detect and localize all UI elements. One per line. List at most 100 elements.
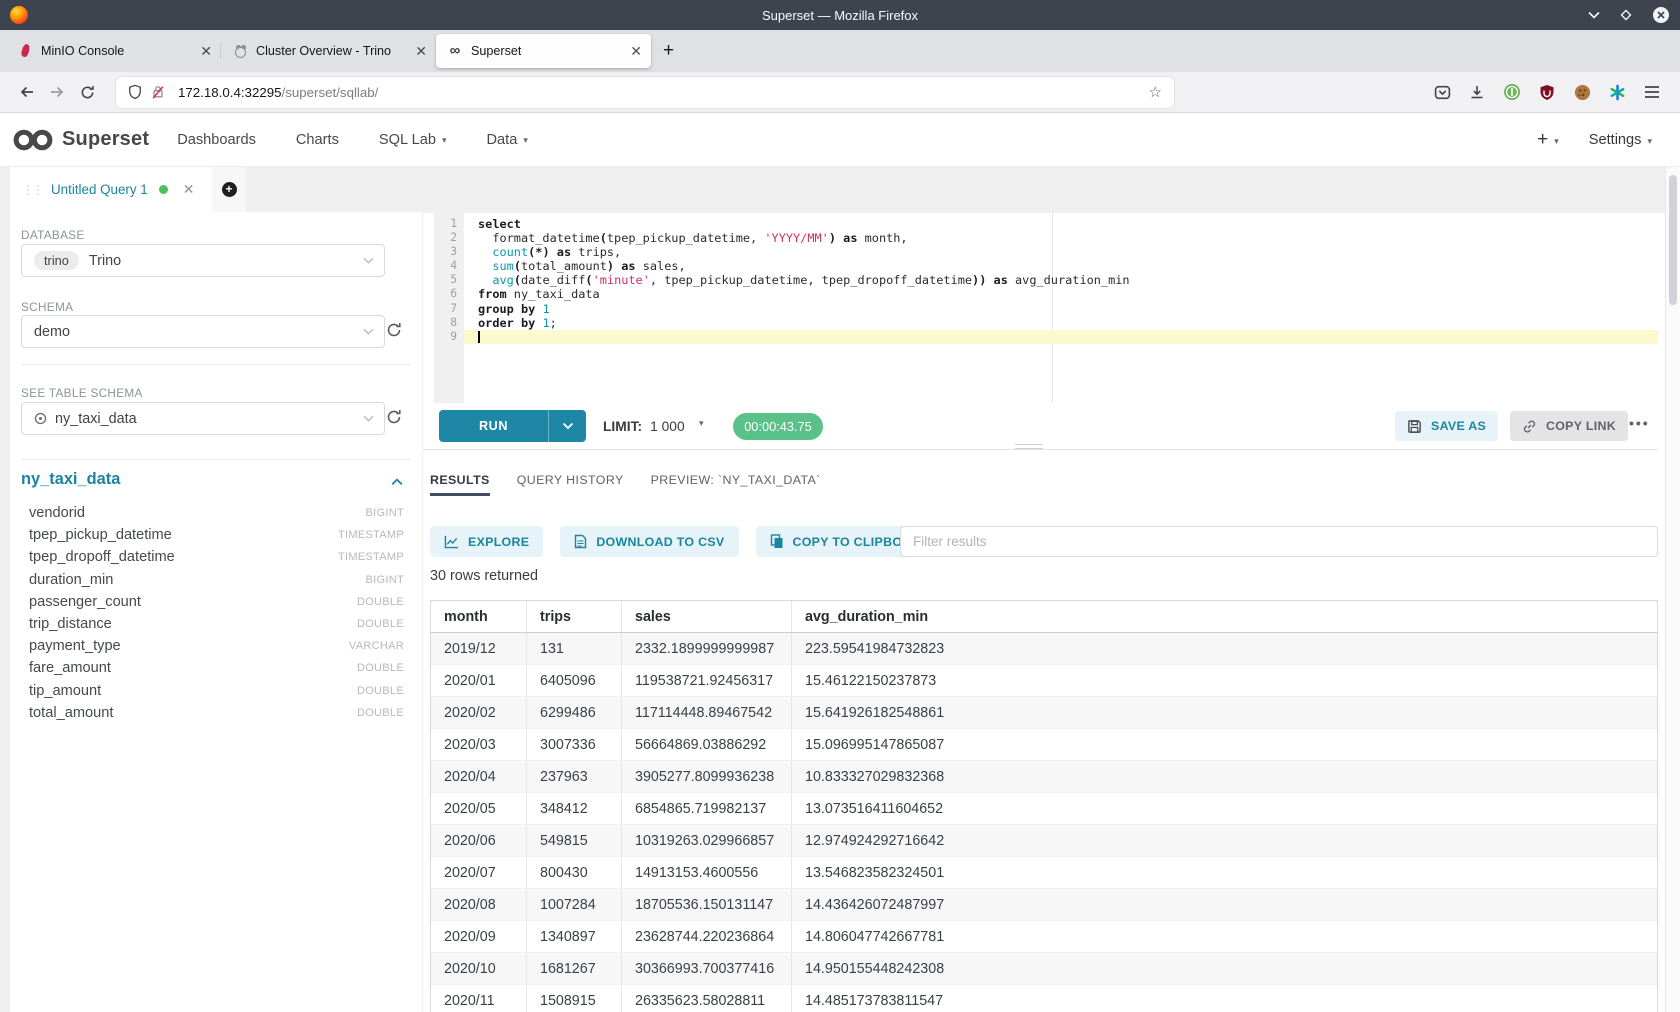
column-row: tpep_dropoff_datetime TIMESTAMP <box>29 546 404 568</box>
nav-item[interactable]: Charts▾ <box>296 132 339 148</box>
results-tab[interactable]: RESULTS <box>430 473 490 496</box>
browser-tab[interactable]: Superset ✕ <box>436 34 651 68</box>
column-type: DOUBLE <box>357 685 404 697</box>
bookmark-star-icon[interactable]: ☆ <box>1149 83 1162 101</box>
browser-tab[interactable]: Cluster Overview - Trino ✕ <box>221 34 436 68</box>
column-row: passenger_count DOUBLE <box>29 591 404 613</box>
extension-spark-icon[interactable] <box>1607 82 1627 102</box>
code-line: sum(total_amount) as sales, <box>464 259 1658 273</box>
table-icon <box>34 412 47 425</box>
window-maximize-icon[interactable] <box>1620 9 1632 21</box>
schema-select[interactable]: demo <box>21 315 385 348</box>
save-icon <box>1407 419 1422 434</box>
column-header[interactable]: sales <box>622 601 792 632</box>
schema-table-name[interactable]: ny_taxi_data <box>21 470 120 489</box>
run-options-chevron-icon[interactable] <box>548 410 586 442</box>
download-csv-button[interactable]: DOWNLOAD TO CSV <box>560 526 738 557</box>
new-query-tab-button[interactable]: + <box>212 167 246 212</box>
browser-tab-favicon <box>17 43 33 59</box>
tab-close-icon[interactable]: ✕ <box>190 43 212 60</box>
downloads-icon[interactable] <box>1467 82 1487 102</box>
page-scrollbar[interactable] <box>1665 167 1680 1012</box>
database-select[interactable]: trino Trino <box>21 244 385 277</box>
scrollbar-thumb[interactable] <box>1669 175 1677 305</box>
explore-button[interactable]: EXPLORE <box>430 526 543 557</box>
browser-tab-favicon <box>447 43 463 59</box>
copy-icon <box>770 534 784 549</box>
nav-item[interactable]: SQL Lab▾ <box>379 132 447 148</box>
settings-menu[interactable]: Settings▾ <box>1589 132 1652 148</box>
window-minimize-icon[interactable] <box>1588 11 1600 19</box>
url-bar[interactable]: 172.18.0.4:32295/superset/sqllab/ ☆ <box>116 77 1174 108</box>
copy-link-button[interactable]: COPY LINK <box>1510 411 1628 441</box>
query-tab-close-icon[interactable]: ✕ <box>183 181 195 198</box>
column-name: vendorid <box>29 505 85 521</box>
column-header[interactable]: trips <box>527 601 622 632</box>
sqllab-left-panel: DATABASE trino Trino SCHEMA demo SEE TAB… <box>10 212 422 1012</box>
superset-logo-icon[interactable] <box>12 127 54 153</box>
editor-code[interactable]: select format_datetime(tpep_pickup_datet… <box>464 217 1658 344</box>
extension-green-icon[interactable] <box>1502 82 1522 102</box>
more-options-icon[interactable]: ••• <box>1629 415 1650 431</box>
query-tab[interactable]: ⋮⋮ Untitled Query 1 ✕ <box>10 167 212 212</box>
table-row: 2020/02 6299486 117114448.89467542 15.64… <box>431 697 1657 729</box>
table-row: 2020/09 1340897 23628744.220236864 14.80… <box>431 921 1657 953</box>
nav-item[interactable]: Dashboards▾ <box>177 132 256 148</box>
drag-grip-icon[interactable]: ⋮⋮ <box>22 183 42 197</box>
column-name: trip_distance <box>29 616 112 632</box>
refresh-schema-icon[interactable] <box>386 322 404 340</box>
sql-editor[interactable]: 123456789 select format_datetime(tpep_pi… <box>423 213 1680 403</box>
window-close-icon[interactable] <box>1652 6 1670 24</box>
table-row: 2020/06 549815 10319263.029966857 12.974… <box>431 825 1657 857</box>
chart-icon <box>444 535 459 549</box>
run-button[interactable]: RUN <box>439 410 586 442</box>
cookie-extension-icon[interactable] <box>1572 82 1592 102</box>
results-tabs: RESULTS QUERY HISTORY PREVIEW: `NY_TAXI_DA… <box>430 473 821 496</box>
browser-tab-title: MinIO Console <box>41 44 124 58</box>
column-type: TIMESTAMP <box>338 529 404 541</box>
results-table: month trips sales avg_duration_min 2019/… <box>430 600 1658 1012</box>
chevron-down-icon <box>363 257 374 264</box>
browser-tab-favicon <box>232 43 248 59</box>
menu-hamburger-icon[interactable] <box>1642 82 1662 102</box>
limit-control[interactable]: LIMIT: 1 000 <box>603 410 685 442</box>
line-number: 5 <box>434 273 464 287</box>
lock-insecure-icon[interactable] <box>151 84 165 100</box>
column-type: VARCHAR <box>349 640 404 652</box>
column-header[interactable]: month <box>431 601 527 632</box>
chevron-down-icon: ▾ <box>442 135 447 146</box>
pocket-icon[interactable] <box>1432 82 1452 102</box>
column-header[interactable]: avg_duration_min <box>792 601 1657 632</box>
filter-results-input[interactable] <box>900 526 1658 557</box>
refresh-table-icon[interactable] <box>386 409 404 427</box>
results-tab[interactable]: QUERY HISTORY <box>517 473 624 496</box>
save-as-button[interactable]: SAVE AS <box>1395 411 1498 441</box>
chevron-up-icon[interactable] <box>391 478 403 486</box>
tab-close-icon[interactable]: ✕ <box>405 43 427 60</box>
code-line <box>464 330 1658 344</box>
forward-icon[interactable] <box>42 78 72 106</box>
browser-url-row: 172.18.0.4:32295/superset/sqllab/ ☆ <box>0 72 1680 113</box>
query-tabbar: ⋮⋮ Untitled Query 1 ✕ + <box>0 167 1680 212</box>
add-new-button[interactable]: +▾ <box>1537 129 1559 151</box>
code-line: select <box>464 217 1658 231</box>
limit-chevron-icon[interactable]: ▾ <box>699 418 704 429</box>
browser-tab[interactable]: MinIO Console ✕ <box>6 34 221 68</box>
reload-icon[interactable] <box>72 78 102 106</box>
results-actions: EXPLORE DOWNLOAD TO CSV COPY TO CLIPBOAR… <box>430 526 944 557</box>
results-tab[interactable]: PREVIEW: `NY_TAXI_DATA` <box>651 473 821 496</box>
resize-handle[interactable] <box>1015 444 1043 452</box>
line-number: 1 <box>434 217 464 231</box>
line-number: 6 <box>434 287 464 301</box>
back-icon[interactable] <box>12 78 42 106</box>
nav-item[interactable]: Data▾ <box>486 132 527 148</box>
shield-icon[interactable] <box>128 84 142 100</box>
text-cursor <box>478 331 480 343</box>
table-select[interactable]: ny_taxi_data <box>21 402 385 435</box>
line-number: 8 <box>434 316 464 330</box>
new-tab-icon[interactable]: + <box>663 40 674 62</box>
tab-close-icon[interactable]: ✕ <box>620 43 642 60</box>
browser-tab-title: Cluster Overview - Trino <box>256 44 391 58</box>
brand-name[interactable]: Superset <box>62 128 149 151</box>
ublock-icon[interactable] <box>1537 82 1557 102</box>
